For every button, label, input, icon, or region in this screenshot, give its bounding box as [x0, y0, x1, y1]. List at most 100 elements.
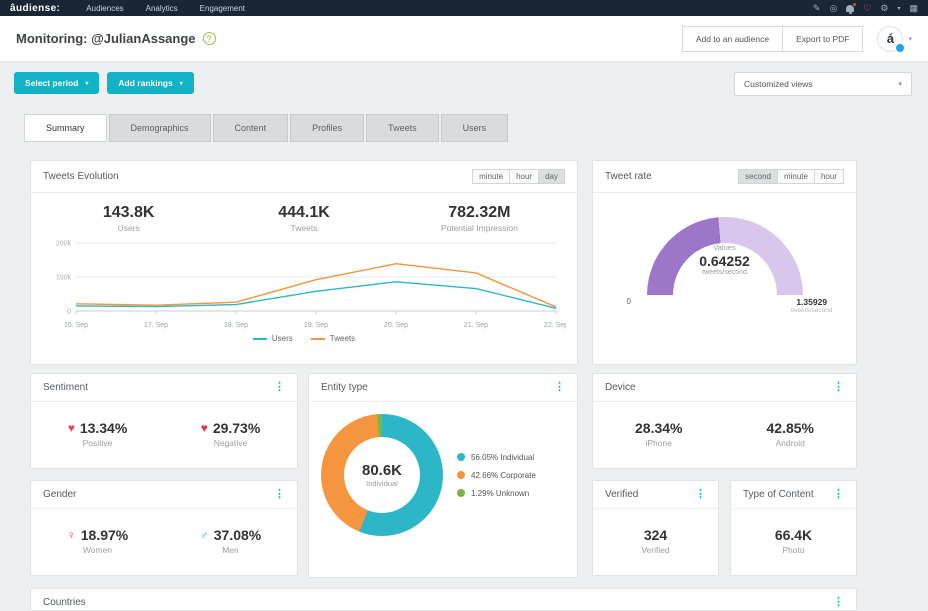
device-card: Device ⋮ 28.34% iPhone 42.85% Android [592, 373, 857, 469]
corporate-dot-icon [457, 471, 465, 479]
stat-users: 143.8K Users [41, 204, 216, 233]
countries-card: Countries ⋮ [30, 588, 857, 611]
export-pdf-button[interactable]: Export to PDF [782, 26, 863, 52]
page-header: Monitoring: @JulianAssange ? Add to an a… [0, 16, 928, 62]
card-title: Countries [43, 597, 86, 608]
tweets-evolution-interval-toggle: minute hour day [473, 169, 565, 184]
legend-users[interactable]: Users [253, 334, 293, 343]
gauge-caption: Values [647, 243, 803, 252]
gauge-center-text: Values 0.64252 tweets/second [647, 243, 803, 276]
chevron-down-icon: ▾ [180, 80, 183, 87]
notifications-icon[interactable] [846, 5, 854, 12]
stat-label: Potential Impression [392, 223, 567, 233]
donut-center-label: Individual [366, 479, 398, 488]
apps-grid-icon[interactable]: ▦ [909, 4, 918, 13]
kebab-menu-icon[interactable]: ⋮ [274, 489, 285, 500]
tab-profiles[interactable]: Profiles [290, 114, 364, 142]
gender-header: Gender ⋮ [31, 481, 297, 509]
stat-value: 28.34% [635, 420, 682, 436]
gauge-value: 0.64252 [647, 253, 803, 269]
sentiment-header: Sentiment ⋮ [31, 374, 297, 402]
edit-icon[interactable]: ✎ [813, 4, 821, 13]
stat-value: 18.97% [81, 527, 128, 543]
svg-text:18. Sep: 18. Sep [224, 322, 248, 329]
kebab-menu-icon[interactable]: ⋮ [833, 489, 844, 500]
individual-dot-icon [457, 453, 465, 461]
stat-label: Verified [641, 545, 669, 555]
add-to-audience-button[interactable]: Add to an audience [682, 26, 783, 52]
svg-text:100k: 100k [56, 275, 72, 282]
stat-value: 444.1K [216, 204, 391, 222]
avatar-caret-icon[interactable]: ▾ [908, 35, 912, 43]
legend-label: Tweets [330, 334, 355, 343]
tab-tweets[interactable]: Tweets [366, 114, 439, 142]
legend-corporate[interactable]: 42.66% Corporate [457, 471, 536, 480]
help-icon[interactable]: ◎ [829, 4, 837, 13]
tweets-evolution-stats: 143.8K Users 444.1K Tweets 782.32M Poten… [31, 193, 577, 235]
tab-summary[interactable]: Summary [24, 114, 107, 142]
avatar[interactable]: á [877, 26, 903, 52]
nav-engagement[interactable]: Engagement [200, 4, 245, 13]
legend-unknown[interactable]: 1.29% Unknown [457, 489, 536, 498]
settings-gear-icon[interactable]: ⚙ [880, 4, 888, 13]
tweet-rate-gauge: Values 0.64252 tweets/second 0 1.35929 t… [647, 217, 803, 295]
kebab-menu-icon[interactable]: ⋮ [554, 382, 565, 393]
svg-text:19. Sep: 19. Sep [304, 322, 328, 329]
help-badge-icon[interactable]: ? [203, 32, 216, 45]
stat-value: 324 [641, 527, 669, 543]
gender-card: Gender ⋮ ♀ 18.97% Women ♂ 37.08% Men [30, 480, 298, 576]
toggle-hour[interactable]: hour [814, 169, 844, 184]
tab-demographics[interactable]: Demographics [109, 114, 211, 142]
legend-label: 1.29% Unknown [471, 489, 529, 498]
nav-analytics[interactable]: Analytics [146, 4, 178, 13]
select-period-button[interactable]: Select period ▾ [14, 72, 99, 94]
sentiment-card: Sentiment ⋮ ♥ 13.34% Positive ♥ 29.73% [30, 373, 298, 469]
android-stat: 42.85% Android [767, 420, 814, 448]
kebab-menu-icon[interactable]: ⋮ [274, 382, 285, 393]
verified-header: Verified ⋮ [593, 481, 718, 509]
tab-content[interactable]: Content [213, 114, 289, 142]
add-rankings-label: Add rankings [118, 78, 172, 88]
tweets-evolution-chart: 0100k200k16. Sep17. Sep18. Sep19. Sep20.… [42, 237, 566, 333]
legend-label: Users [272, 334, 293, 343]
tweet-rate-header: Tweet rate second minute hour [593, 161, 856, 193]
tweet-rate-interval-toggle: second minute hour [739, 169, 844, 184]
toggle-minute[interactable]: minute [777, 169, 815, 184]
audiense-logo[interactable]: âudiense: [10, 3, 60, 14]
settings-caret-icon: ▾ [897, 5, 900, 12]
female-icon: ♀ [67, 529, 76, 541]
card-title: Verified [605, 489, 638, 500]
legend-individual[interactable]: 56.05% Individual [457, 453, 536, 462]
add-rankings-button[interactable]: Add rankings ▾ [107, 72, 193, 94]
toggle-hour[interactable]: hour [509, 169, 539, 184]
svg-text:21. Sep: 21. Sep [464, 322, 488, 329]
card-title: Tweet rate [605, 171, 652, 182]
entity-type-body: 80.6K Individual 56.05% Individual 42.66… [309, 402, 577, 548]
legend-label: 56.05% Individual [471, 453, 534, 462]
tweets-evolution-card: Tweets Evolution minute hour day 143.8K … [30, 160, 578, 365]
gauge-min-label: 0 [627, 297, 631, 306]
twitter-badge-icon [895, 43, 905, 53]
toggle-minute[interactable]: minute [472, 169, 510, 184]
customized-views-select[interactable]: Customized views ▾ [734, 72, 912, 96]
entity-legend: 56.05% Individual 42.66% Corporate 1.29%… [457, 453, 536, 498]
kebab-menu-icon[interactable]: ⋮ [833, 597, 844, 608]
stat-label: Men [200, 545, 261, 555]
negative-stat: ♥ 29.73% Negative [201, 420, 261, 448]
card-title: Device [605, 382, 636, 393]
verified-card: Verified ⋮ 324 Verified [592, 480, 719, 576]
chevron-down-icon: ▾ [85, 80, 88, 87]
tab-users[interactable]: Users [441, 114, 509, 142]
nav-audiences[interactable]: Audiences [86, 4, 123, 13]
svg-text:0: 0 [67, 309, 71, 316]
heart-icon[interactable]: ♡ [863, 4, 871, 13]
toggle-day[interactable]: day [538, 169, 565, 184]
stat-label: Women [67, 545, 128, 555]
stat-value: 66.4K [775, 527, 812, 543]
toggle-second[interactable]: second [738, 169, 778, 184]
kebab-menu-icon[interactable]: ⋮ [833, 382, 844, 393]
legend-tweets[interactable]: Tweets [311, 334, 355, 343]
donut-hole: 80.6K Individual [344, 437, 420, 513]
kebab-menu-icon[interactable]: ⋮ [695, 489, 706, 500]
donut-center-value: 80.6K [362, 462, 402, 479]
